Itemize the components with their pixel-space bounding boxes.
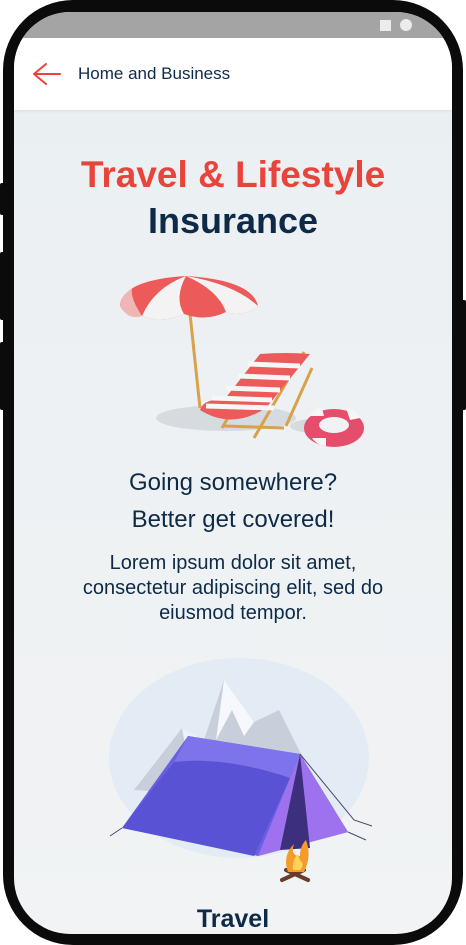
phone-volume-down [0, 342, 6, 410]
arrow-left-icon [33, 63, 61, 85]
phone-power-button [460, 300, 466, 410]
tagline-line1: Going somewhere? [128, 469, 338, 496]
back-button[interactable] [30, 60, 62, 88]
hero-title-line2: Insurance [147, 200, 319, 241]
phone-volume-up [0, 252, 6, 320]
hero-title-line1: Travel & Lifestyle [80, 154, 386, 195]
beach-umbrella-chair-icon [120, 275, 364, 447]
status-bar [14, 12, 452, 38]
tagline-line2: Better get covered! [131, 506, 335, 533]
phone-side-button [0, 183, 6, 215]
description-text: Lorem ipsum dolor sit amet, consectetur … [82, 552, 384, 624]
section-title-travel[interactable]: Travel [14, 905, 452, 934]
app-screen: Home and Business Travel & Lifestyle Ins… [14, 12, 452, 934]
circle-icon [400, 19, 412, 31]
page-title: Home and Business [78, 64, 231, 83]
square-icon [380, 20, 391, 31]
app-bar: Home and Business [14, 38, 452, 110]
tagline: Going somewhere? Better get covered! [14, 464, 452, 538]
camping-tent-icon [109, 658, 373, 882]
